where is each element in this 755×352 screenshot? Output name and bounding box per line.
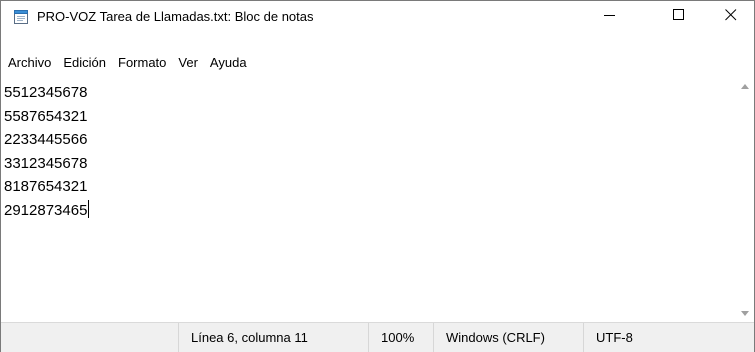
close-icon (725, 9, 737, 24)
close-button[interactable] (708, 1, 754, 32)
menu-ver[interactable]: Ver (172, 53, 204, 73)
vertical-scrollbar[interactable] (737, 78, 754, 322)
text-caret (88, 199, 90, 218)
text-line: 8187654321 (4, 178, 88, 196)
notepad-icon (13, 9, 29, 25)
scroll-up-icon[interactable] (741, 84, 749, 89)
status-encoding: UTF-8 (583, 323, 754, 352)
text-line: 5587654321 (4, 107, 88, 125)
text-line: 5512345678 (4, 84, 88, 101)
status-empty-cell (1, 323, 178, 352)
minimize-button[interactable] (587, 1, 633, 32)
notepad-window: PRO-VOZ Tarea de Llamadas.txt: Bloc de n… (0, 0, 755, 352)
menu-bar: Archivo Edición Formato Ver Ayuda (1, 52, 754, 74)
status-zoom: 100% (368, 323, 433, 352)
text-content: 5512345678 5587654321 2233445566 3312345… (4, 81, 90, 223)
text-line: 3312345678 (4, 154, 88, 172)
status-bar: Línea 6, columna 11 100% Windows (CRLF) … (1, 322, 754, 352)
maximize-icon (673, 9, 685, 24)
window-title: PRO-VOZ Tarea de Llamadas.txt: Bloc de n… (37, 9, 314, 24)
menu-ayuda[interactable]: Ayuda (204, 53, 253, 73)
text-editor[interactable]: 5512345678 5587654321 2233445566 3312345… (1, 78, 737, 322)
status-line-ending: Windows (CRLF) (433, 323, 583, 352)
menu-edicion[interactable]: Edición (57, 53, 112, 73)
menu-formato[interactable]: Formato (112, 53, 172, 73)
title-bar[interactable]: PRO-VOZ Tarea de Llamadas.txt: Bloc de n… (1, 1, 754, 32)
minimize-icon (604, 9, 616, 24)
text-line: 2233445566 (4, 131, 88, 149)
text-line: 2912873465 (4, 201, 88, 219)
scroll-down-icon[interactable] (741, 311, 749, 316)
menu-archivo[interactable]: Archivo (2, 53, 57, 73)
status-cursor-position: Línea 6, columna 11 (178, 323, 368, 352)
maximize-button[interactable] (656, 1, 702, 32)
